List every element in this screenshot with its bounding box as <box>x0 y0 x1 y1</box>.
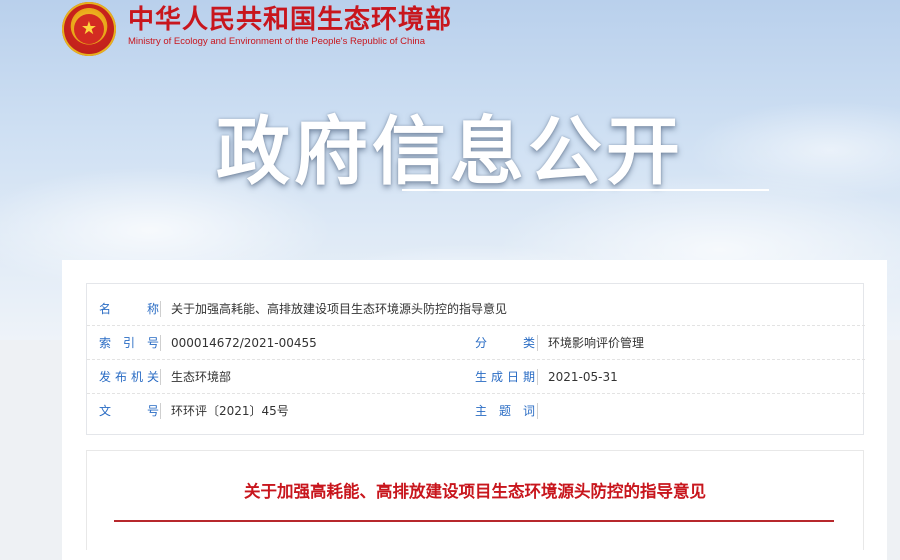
meta-divider <box>537 335 538 351</box>
ministry-name-cn: 中华人民共和国生态环境部 <box>128 5 453 35</box>
meta-value-date: 2021-05-31 <box>548 370 618 384</box>
star-icon: ★ <box>74 14 104 44</box>
meta-label-date: 生成日期 <box>475 370 535 384</box>
meta-divider <box>160 403 161 419</box>
meta-value-docno: 环环评〔2021〕45号 <box>171 404 289 418</box>
meta-label-name: 名 称 <box>99 302 159 316</box>
banner-title: 政府信息公开 <box>216 109 684 195</box>
meta-divider <box>160 369 161 385</box>
meta-label-issuer: 发布机关 <box>99 370 159 384</box>
meta-row-index: 索 引 号 000014672/2021-00455 分 类 环境影响评价管理 <box>87 326 865 360</box>
ministry-name-en: Ministry of Ecology and Environment of t… <box>128 36 426 47</box>
meta-divider <box>160 301 161 317</box>
meta-label-docno: 文 号 <box>99 404 159 418</box>
meta-value-index: 000014672/2021-00455 <box>171 336 317 350</box>
meta-label-keywords: 主 题 词 <box>475 404 535 418</box>
meta-label-category: 分 类 <box>475 336 535 350</box>
meta-row-issuer: 发布机关 生态环境部 生成日期 2021-05-31 <box>87 360 865 394</box>
banner-underline <box>402 189 769 191</box>
meta-divider <box>537 403 538 419</box>
meta-divider <box>537 369 538 385</box>
meta-value-name: 关于加强高耗能、高排放建设项目生态环境源头防控的指导意见 <box>171 302 508 316</box>
document-metadata-table: 名 称 关于加强高耗能、高排放建设项目生态环境源头防控的指导意见 索 引 号 0… <box>86 283 865 435</box>
national-emblem-icon: ★ <box>62 2 116 56</box>
meta-label-index: 索 引 号 <box>99 336 159 350</box>
ministry-name: 中华人民共和国生态环境部 Ministry of Ecology and Env… <box>128 2 452 48</box>
meta-value-issuer: 生态环境部 <box>171 370 232 384</box>
meta-row-name: 名 称 关于加强高耗能、高排放建设项目生态环境源头防控的指导意见 <box>87 292 865 326</box>
document-title: 关于加强高耗能、高排放建设项目生态环境源头防控的指导意见 <box>244 482 706 501</box>
meta-value-category: 环境影响评价管理 <box>548 336 645 350</box>
meta-divider <box>160 335 161 351</box>
document-title-divider <box>114 520 834 522</box>
ministry-logo[interactable]: ★ 中华人民共和国生态环境部 Ministry of Ecology and E… <box>62 2 452 56</box>
meta-row-docno: 文 号 环环评〔2021〕45号 主 题 词 <box>87 394 865 428</box>
